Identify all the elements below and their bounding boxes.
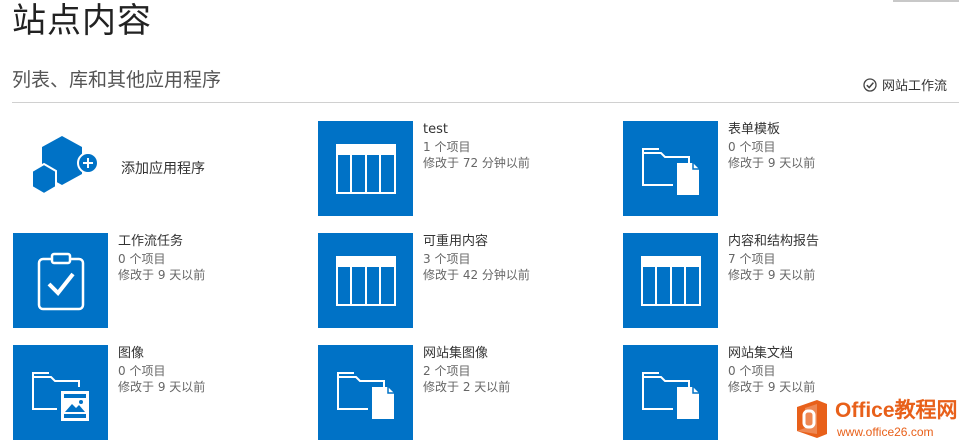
- task-list-icon: [13, 233, 108, 328]
- tile-modified: 修改于 9 天以前: [118, 268, 206, 282]
- tile-item-count: 0 个项目: [728, 140, 776, 154]
- picture-library-icon: [13, 345, 108, 440]
- page-title: 站点内容: [12, 1, 152, 41]
- watermark-brand: Office教程网: [835, 399, 958, 422]
- document-library-icon: [318, 345, 413, 440]
- tile-name: 网站集图像: [423, 346, 489, 361]
- list-icon: [318, 121, 413, 216]
- tile-modified: 修改于 9 天以前: [728, 268, 816, 282]
- tile-modified: 修改于 42 分钟以前: [423, 268, 530, 282]
- tile-content-structure-reports[interactable]: 内容和结构报告 7 个项目 修改于 9 天以前: [623, 233, 959, 328]
- tile-modified: 修改于 9 天以前: [728, 380, 816, 394]
- add-app-button[interactable]: 添加应用程序: [28, 130, 205, 206]
- site-workflow-link[interactable]: 网站工作流: [863, 75, 947, 94]
- tile-item-count: 0 个项目: [118, 252, 166, 266]
- tile-item-count: 1 个项目: [423, 140, 471, 154]
- tile-name: 表单模板: [728, 122, 781, 137]
- office-logo-icon: [793, 399, 831, 443]
- tile-name: 图像: [118, 346, 145, 361]
- watermark-url: www.office26.com: [837, 425, 934, 439]
- list-icon: [623, 233, 718, 328]
- tile-modified: 修改于 72 分钟以前: [423, 156, 530, 170]
- tile-name: 内容和结构报告: [728, 234, 820, 249]
- tile-modified: 修改于 2 天以前: [423, 380, 511, 394]
- tile-item-count: 7 个项目: [728, 252, 776, 266]
- tile-form-templates[interactable]: 表单模板 0 个项目 修改于 9 天以前: [623, 121, 959, 216]
- tile-item-count: 3 个项目: [423, 252, 471, 266]
- tile-name: 网站集文档: [728, 346, 794, 361]
- site-workflow-label: 网站工作流: [881, 79, 947, 94]
- top-edge-line: [893, 0, 959, 2]
- workflow-check-icon: [863, 77, 877, 92]
- section-title: 列表、库和其他应用程序: [12, 69, 222, 91]
- tile-name: 工作流任务: [118, 234, 184, 249]
- tile-name: test: [423, 122, 448, 137]
- tile-modified: 修改于 9 天以前: [118, 380, 206, 394]
- tile-item-count: 0 个项目: [728, 364, 776, 378]
- tile-item-count: 0 个项目: [118, 364, 166, 378]
- tile-modified: 修改于 9 天以前: [728, 156, 816, 170]
- add-app-icon: [28, 130, 103, 206]
- tile-name: 可重用内容: [423, 234, 489, 249]
- add-app-label: 添加应用程序: [121, 161, 205, 177]
- document-library-icon: [623, 121, 718, 216]
- section-divider: [12, 102, 959, 103]
- list-icon: [318, 233, 413, 328]
- tile-item-count: 2 个项目: [423, 364, 471, 378]
- watermark-logo: Office教程网 www.office26.com: [789, 397, 959, 443]
- document-library-icon: [623, 345, 718, 440]
